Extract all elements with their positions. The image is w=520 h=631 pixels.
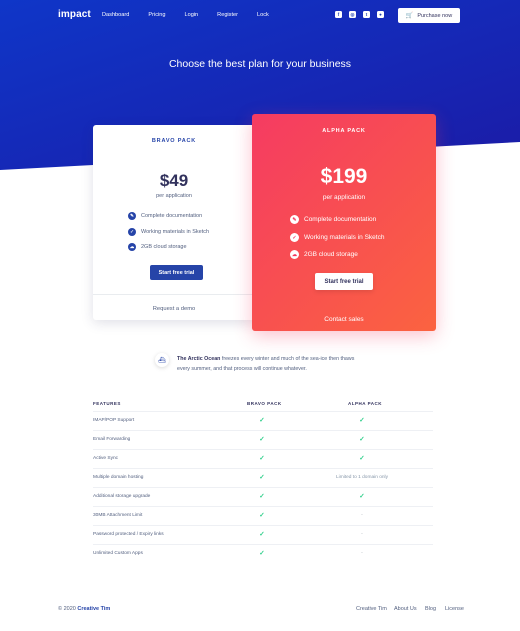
twitter-icon[interactable]: t bbox=[363, 11, 370, 18]
github-icon[interactable]: ● bbox=[377, 11, 384, 18]
table-row: Active Sync ✓ ✓ bbox=[93, 449, 433, 468]
facebook-icon[interactable]: f bbox=[335, 11, 342, 18]
table-row: Unlimited Custom Apps ✓ - bbox=[93, 544, 433, 563]
bravo-start-trial-button[interactable]: Start free trial bbox=[150, 265, 203, 280]
table-header-features: FEATURES bbox=[93, 401, 121, 406]
check-icon: ✓ bbox=[290, 233, 299, 242]
info-text: The Arctic Ocean freezes every winter an… bbox=[177, 354, 367, 374]
cloud-icon: ☁ bbox=[128, 243, 136, 251]
nav-pricing[interactable]: Pricing bbox=[148, 12, 165, 18]
table-row: Password protected / Expiry links ✓ - bbox=[93, 525, 433, 544]
footer-link-creative-tim[interactable]: Creative Tim bbox=[356, 606, 387, 612]
alpha-price: $199 bbox=[320, 165, 368, 188]
bravo-title: BRAVO PACK bbox=[151, 138, 197, 144]
documentation-icon: ✎ bbox=[290, 215, 299, 224]
pricing-card-bravo: BRAVO PACK $49 per application ✎ Complet… bbox=[93, 125, 255, 320]
bravo-feature-1: ✎ Complete documentation bbox=[128, 212, 202, 220]
info-highlight: The Arctic Ocean bbox=[177, 356, 221, 362]
bravo-feature-2: ✓ Working materials in Sketch bbox=[128, 228, 209, 236]
check-icon: ✓ bbox=[259, 512, 265, 519]
dash: - bbox=[361, 512, 363, 518]
table-header-alpha: ALPHA PACK bbox=[348, 401, 382, 406]
logo[interactable]: impact bbox=[58, 9, 91, 20]
alpha-feature-2: ✓ Working materials in Sketch bbox=[290, 233, 384, 242]
instagram-icon[interactable]: ◎ bbox=[349, 11, 356, 18]
nav-dashboard[interactable]: Dashboard bbox=[102, 12, 129, 18]
bravo-feature-3: ☁ 2GB cloud storage bbox=[128, 243, 187, 251]
check-icon: ✓ bbox=[259, 417, 265, 424]
cloud-icon: ☁ bbox=[290, 250, 299, 259]
table-row: Multiple domain hosting ✓ Limited to 1 d… bbox=[93, 468, 433, 487]
check-icon: ✓ bbox=[259, 436, 265, 443]
divider bbox=[93, 294, 255, 295]
table-header-bravo: BRAVO PACK bbox=[247, 401, 282, 406]
documentation-icon: ✎ bbox=[128, 212, 136, 220]
bravo-per: per application bbox=[156, 193, 192, 199]
alpha-per: per application bbox=[322, 194, 366, 201]
bravo-request-demo-link[interactable]: Request a demo bbox=[93, 306, 255, 312]
nav-lock[interactable]: Lock bbox=[257, 12, 269, 18]
table-row: Additional storage upgrade ✓ ✓ bbox=[93, 487, 433, 506]
table-row: 30MB Attachment Limit ✓ - bbox=[93, 506, 433, 525]
nav-register[interactable]: Register bbox=[217, 12, 238, 18]
purchase-button[interactable]: 🛒 Purchase now bbox=[398, 8, 460, 23]
dash: - bbox=[361, 550, 363, 556]
dash: - bbox=[361, 531, 363, 537]
limit-note: Limited to 1 domain only bbox=[336, 475, 388, 480]
bravo-price: $49 bbox=[159, 171, 189, 190]
purchase-label: Purchase now bbox=[417, 12, 453, 19]
check-icon: ✓ bbox=[259, 550, 265, 557]
alpha-start-trial-button[interactable]: Start free trial bbox=[315, 273, 373, 290]
alpha-title: ALPHA PACK bbox=[322, 128, 366, 134]
check-icon: ✓ bbox=[259, 474, 265, 481]
check-icon: ✓ bbox=[359, 455, 365, 462]
pricing-card-alpha: ALPHA PACK $199 per application ✎ Comple… bbox=[252, 114, 436, 331]
nav-login[interactable]: Login bbox=[184, 12, 198, 18]
page-title: Choose the best plan for your business bbox=[168, 58, 352, 70]
footer-link-about[interactable]: About Us bbox=[394, 606, 417, 612]
check-icon: ✓ bbox=[359, 417, 365, 424]
footer-copyright: © 2020 Creative Tim bbox=[58, 606, 111, 612]
table-row: IMAP/POP Support ✓ ✓ bbox=[93, 411, 433, 430]
footer-brand-link[interactable]: Creative Tim bbox=[77, 606, 110, 612]
check-icon: ✓ bbox=[259, 531, 265, 538]
check-icon: ✓ bbox=[359, 436, 365, 443]
check-icon: ✓ bbox=[259, 493, 265, 500]
ship-icon: ⛴ bbox=[155, 353, 169, 367]
alpha-feature-3: ☁ 2GB cloud storage bbox=[290, 250, 358, 259]
alpha-contact-sales-link[interactable]: Contact sales bbox=[252, 316, 436, 323]
cart-icon: 🛒 bbox=[405, 13, 414, 19]
check-icon: ✓ bbox=[259, 455, 265, 462]
footer-link-license[interactable]: License bbox=[445, 606, 464, 612]
footer-link-blog[interactable]: Blog bbox=[425, 606, 436, 612]
table-row: Email Forwarding ✓ ✓ bbox=[93, 430, 433, 449]
navbar: impact Dashboard Pricing Login Register … bbox=[0, 0, 520, 32]
check-icon: ✓ bbox=[359, 493, 365, 500]
nav-links: Dashboard Pricing Login Register Lock bbox=[102, 12, 288, 18]
alpha-feature-1: ✎ Complete documentation bbox=[290, 215, 376, 224]
check-icon: ✓ bbox=[128, 228, 136, 236]
